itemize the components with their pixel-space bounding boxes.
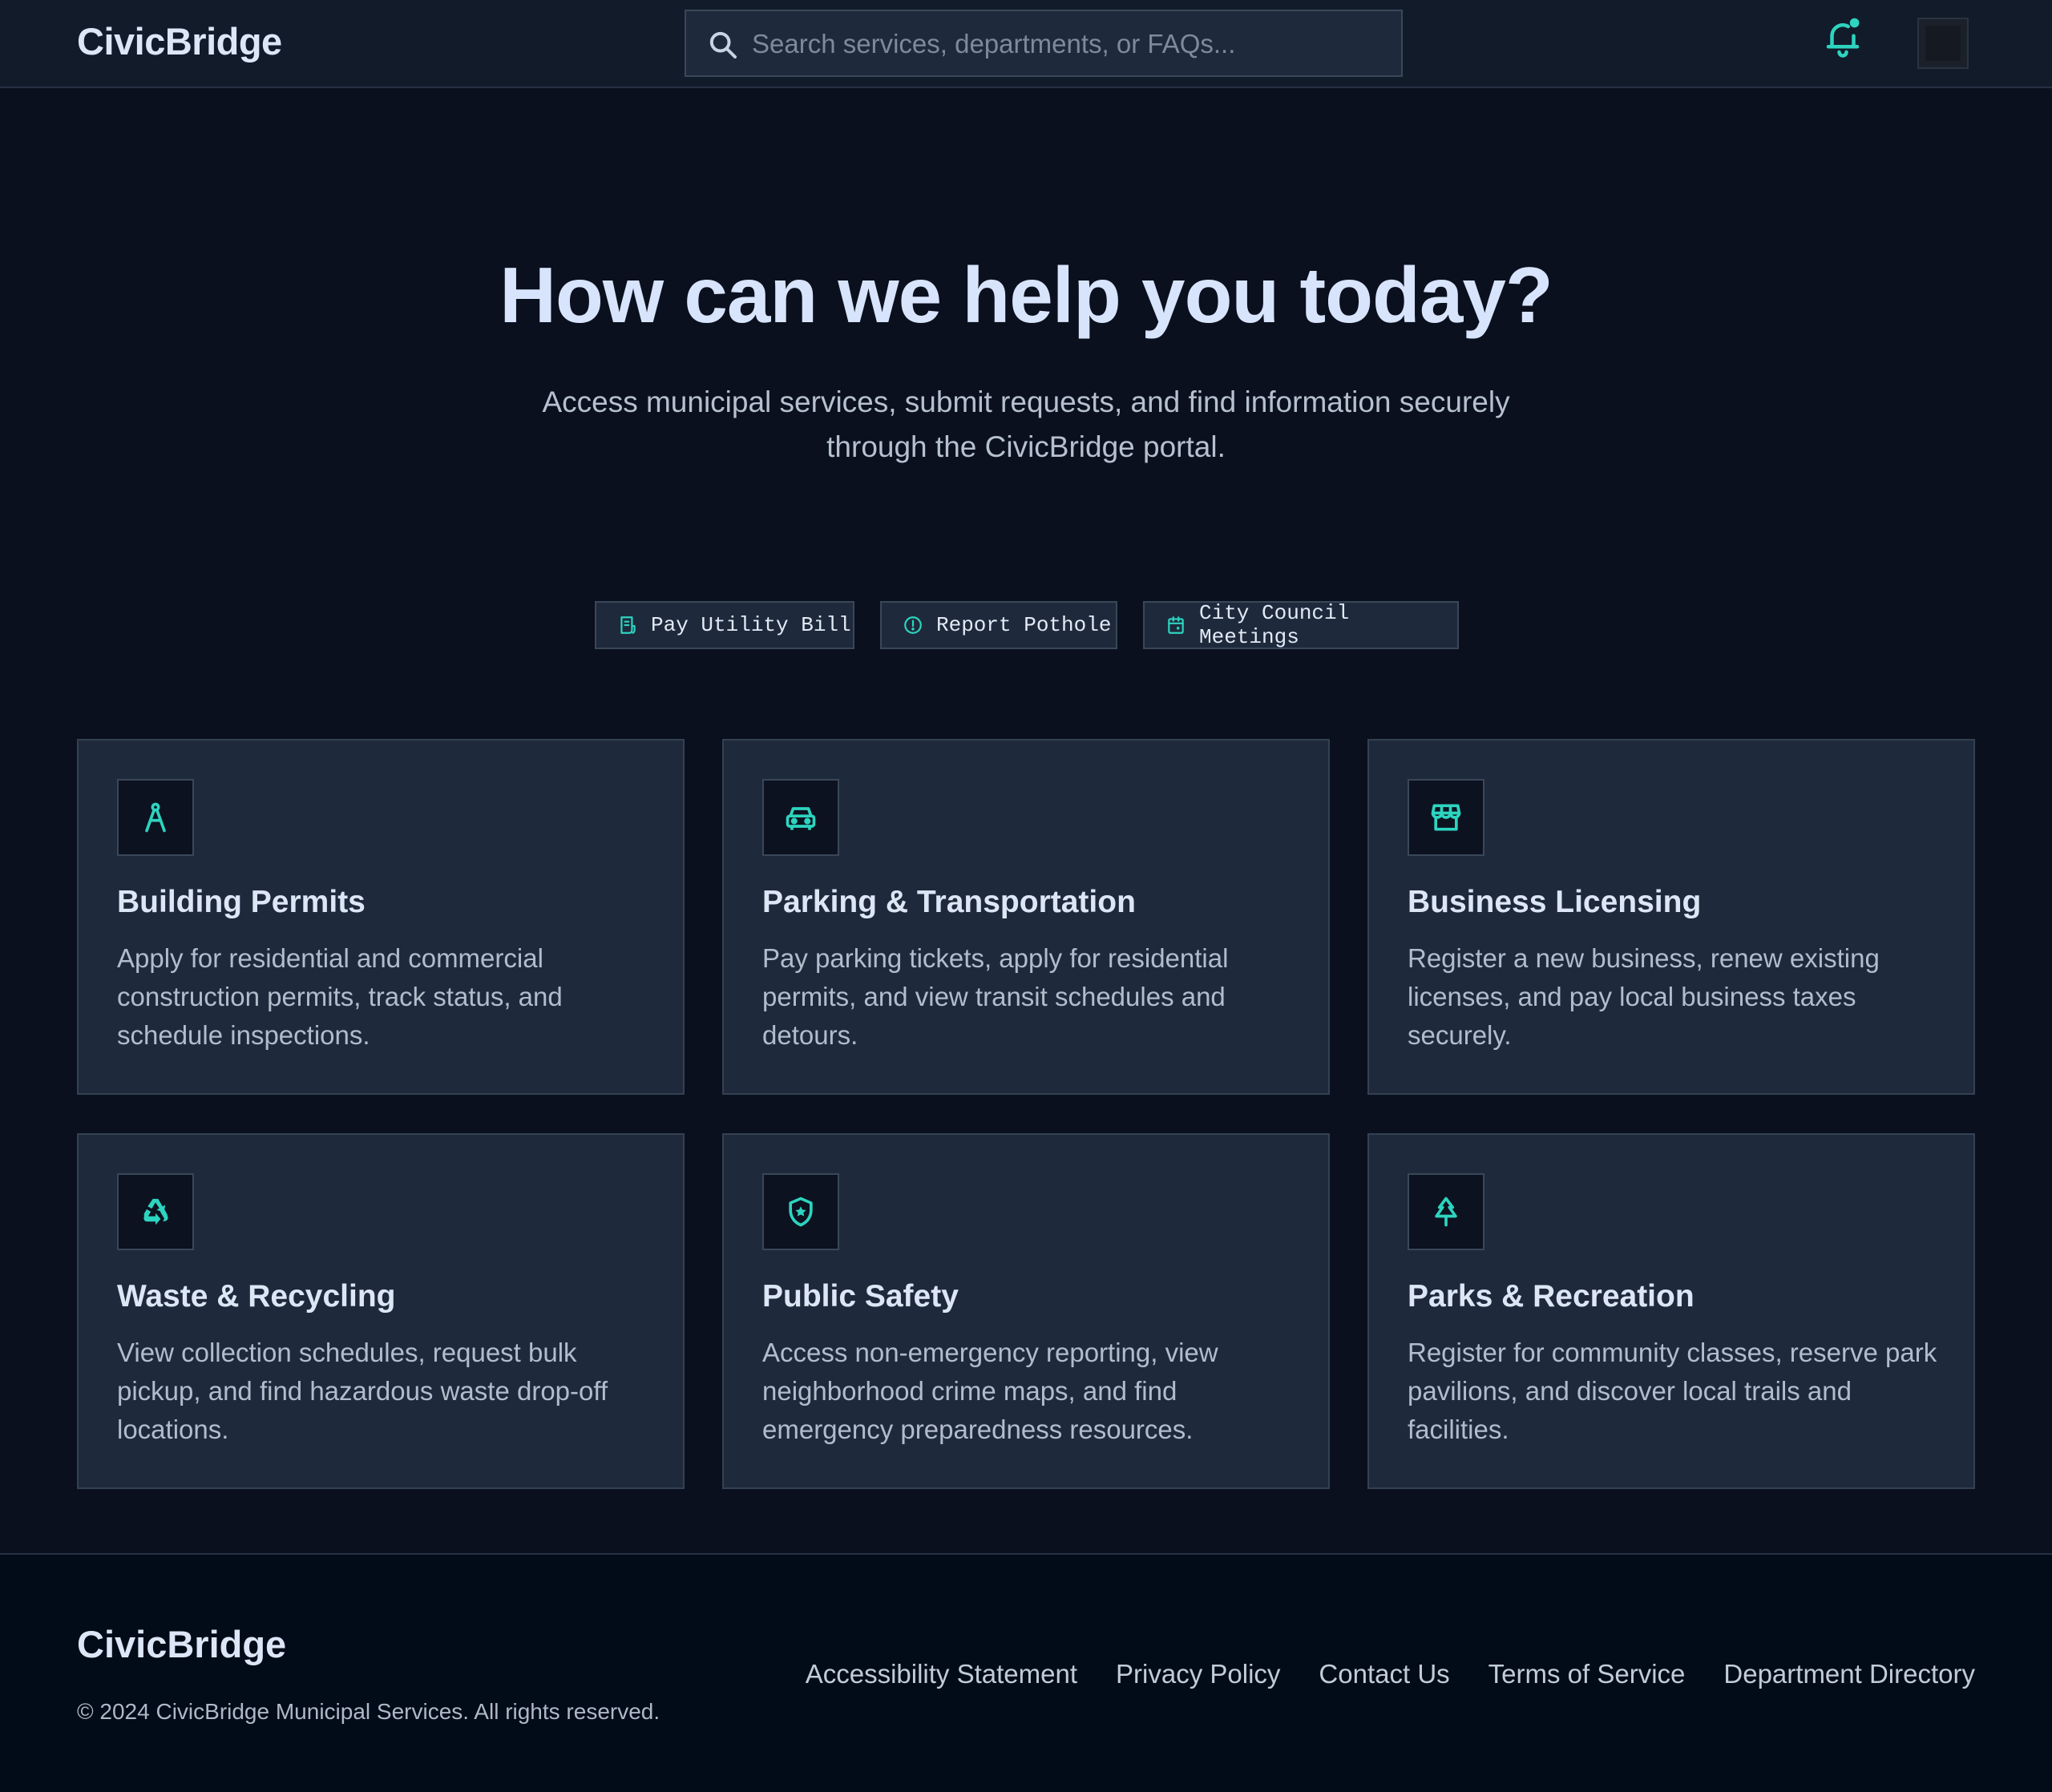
brand-logo[interactable]: CivicBridge xyxy=(77,19,282,63)
footer-brand: CivicBridge xyxy=(77,1623,287,1665)
car-icon xyxy=(786,807,816,830)
compass-icon xyxy=(145,802,166,833)
footer-links: Accessibility Statement Privacy Policy C… xyxy=(806,1659,1975,1689)
service-card-parks-recreation[interactable]: Parks & Recreation Register for communit… xyxy=(1367,1133,1975,1489)
quick-action-label: Pay Utility Bill xyxy=(651,613,851,637)
card-icon-box xyxy=(762,1173,839,1250)
service-card-parking-transportation[interactable]: Parking & Transportation Pay parking tic… xyxy=(722,739,1330,1095)
recycle-icon xyxy=(143,1198,168,1225)
card-title: Waste & Recycling xyxy=(117,1279,396,1314)
footer-link-accessibility[interactable]: Accessibility Statement xyxy=(806,1659,1077,1689)
service-card-public-safety[interactable]: Public Safety Access non-emergency repor… xyxy=(722,1133,1330,1489)
quick-action-pay-utility-bill[interactable]: Pay Utility Bill xyxy=(595,601,854,649)
hero-subtitle: Access municipal services, submit reques… xyxy=(465,380,1587,470)
card-icon-box xyxy=(117,1173,194,1250)
footer-link-privacy[interactable]: Privacy Policy xyxy=(1116,1659,1280,1689)
quick-actions: Pay Utility Bill Report Pothole City Cou… xyxy=(0,601,2052,649)
calendar-icon xyxy=(1168,616,1184,634)
alert-circle-icon xyxy=(904,616,922,634)
card-description: Register a new business, renew existing … xyxy=(1408,943,1880,1050)
search-icon xyxy=(709,31,737,59)
card-icon-box xyxy=(1408,779,1484,856)
quick-action-report-pothole[interactable]: Report Pothole xyxy=(880,601,1117,649)
quick-action-label: City Council Meetings xyxy=(1199,601,1350,649)
storefront-icon xyxy=(1431,804,1461,831)
tree-icon xyxy=(1435,1197,1457,1227)
hero-subtitle-line-1: Access municipal services, submit reques… xyxy=(542,385,1510,418)
card-title: Parks & Recreation xyxy=(1408,1279,1695,1314)
card-description: View collection schedules, request bulk … xyxy=(117,1338,608,1444)
receipt-icon xyxy=(620,616,636,634)
hero-subtitle-line-2: through the CivicBridge portal. xyxy=(826,430,1226,463)
shield-star-icon xyxy=(789,1197,813,1227)
quick-action-city-council-meetings[interactable]: City Council Meetings xyxy=(1143,601,1459,649)
card-icon-box xyxy=(117,779,194,856)
card-description: Register for community classes, reserve … xyxy=(1408,1338,1937,1444)
top-nav-bar: CivicBridge xyxy=(0,0,2052,88)
card-icon-box xyxy=(1408,1173,1484,1250)
service-card-waste-recycling[interactable]: Waste & Recycling View collection schedu… xyxy=(77,1133,685,1489)
footer-link-terms[interactable]: Terms of Service xyxy=(1489,1659,1686,1689)
service-card-building-permits[interactable]: Building Permits Apply for residential a… xyxy=(77,739,685,1095)
card-description: Access non-emergency reporting, view nei… xyxy=(762,1338,1218,1444)
card-description: Pay parking tickets, apply for residenti… xyxy=(762,943,1229,1050)
search-input[interactable] xyxy=(752,21,1385,67)
quick-action-label: Report Pothole xyxy=(936,613,1112,637)
card-title: Building Permits xyxy=(117,885,366,919)
card-description: Apply for residential and commercial con… xyxy=(117,943,563,1050)
card-title: Parking & Transportation xyxy=(762,885,1136,919)
footer-link-contact[interactable]: Contact Us xyxy=(1319,1659,1449,1689)
user-avatar[interactable] xyxy=(1917,18,1969,69)
bell-icon[interactable] xyxy=(1821,16,1864,59)
card-title: Business Licensing xyxy=(1408,885,1702,919)
footer-link-directory[interactable]: Department Directory xyxy=(1723,1659,1975,1689)
search-box[interactable] xyxy=(685,10,1403,77)
hero-title: How can we help you today? xyxy=(499,251,1553,339)
service-card-business-licensing[interactable]: Business Licensing Register a new busine… xyxy=(1367,739,1975,1095)
page-footer: CivicBridge © 2024 CivicBridge Municipal… xyxy=(0,1553,2052,1792)
card-icon-box xyxy=(762,779,839,856)
footer-copyright: © 2024 CivicBridge Municipal Services. A… xyxy=(77,1699,660,1724)
card-title: Public Safety xyxy=(762,1279,959,1314)
